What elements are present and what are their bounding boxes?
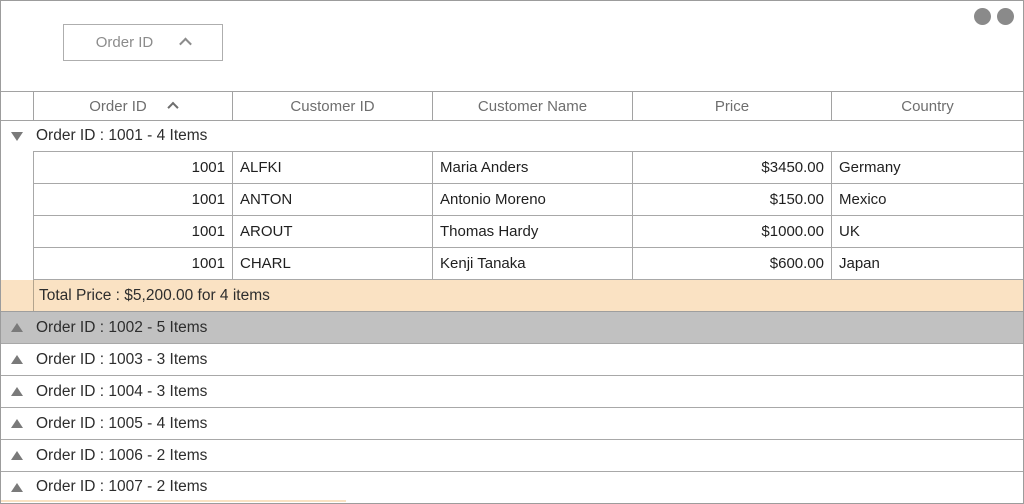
expand-group-icon[interactable] xyxy=(11,419,23,428)
cell-price: $1000.00 xyxy=(633,216,832,247)
collapse-group-icon[interactable] xyxy=(11,131,23,141)
cell-customer-name: Maria Anders xyxy=(433,152,633,183)
cell-country: UK xyxy=(839,223,860,240)
cell-order-id: 1001 xyxy=(34,248,233,279)
cell-country: Japan xyxy=(839,255,880,272)
group-row-1002[interactable]: Order ID : 1002 - 5 Items xyxy=(1,312,1023,344)
cell-customer-name: Antonio Moreno xyxy=(433,184,633,215)
cell-country: Mexico xyxy=(839,191,887,208)
column-header-label: Customer Name xyxy=(477,97,588,115)
expand-group-icon[interactable] xyxy=(11,451,23,460)
partial-summary-row xyxy=(1,500,346,502)
column-header-country[interactable]: Country xyxy=(832,92,1023,120)
window-dot-icon xyxy=(974,8,991,25)
group-row-1006[interactable]: Order ID : 1006 - 2 Items xyxy=(1,440,1023,472)
cell-customer-id: AROUT xyxy=(233,216,433,247)
group-label: Order ID : 1004 - 3 Items xyxy=(36,382,208,400)
column-header-customer-id[interactable]: Customer ID xyxy=(233,92,433,120)
window-dot-icon xyxy=(997,8,1014,25)
column-header-row: Order ID Customer ID Customer Name Price… xyxy=(1,91,1023,121)
expand-group-icon[interactable] xyxy=(11,355,23,364)
sort-ascending-icon xyxy=(167,101,179,114)
group-label: Order ID : 1003 - 3 Items xyxy=(36,350,208,368)
cell-order-id: 1001 xyxy=(34,184,233,215)
group-row-1004[interactable]: Order ID : 1004 - 3 Items xyxy=(1,376,1023,408)
group-row-1001[interactable]: Order ID : 1001 - 4 Items xyxy=(1,121,1023,151)
expand-group-icon[interactable] xyxy=(11,482,23,492)
table-row[interactable]: 1001 AROUT Thomas Hardy $1000.00 UK xyxy=(34,216,1023,248)
group-1001-records: 1001 ALFKI Maria Anders $3450.00 Germany… xyxy=(33,151,1023,280)
cell-order-id: 1001 xyxy=(34,216,233,247)
window-dots xyxy=(974,8,1014,25)
expander-column-header xyxy=(1,92,34,120)
cell-country: Germany xyxy=(839,159,901,176)
sort-ascending-icon xyxy=(179,37,193,51)
group-row-1007[interactable]: Order ID : 1007 - 2 Items xyxy=(1,472,1023,502)
group-label: Order ID : 1005 - 4 Items xyxy=(36,414,208,432)
column-header-price[interactable]: Price xyxy=(633,92,832,120)
column-header-customer-name[interactable]: Customer Name xyxy=(433,92,633,120)
cell-customer-name: Thomas Hardy xyxy=(433,216,633,247)
expand-group-icon[interactable] xyxy=(11,387,23,396)
cell-customer-id: CHARL xyxy=(233,248,433,279)
group-summary-row: Total Price : $5,200.00 for 4 items xyxy=(1,280,1023,312)
table-row[interactable]: 1001 ALFKI Maria Anders $3450.00 Germany xyxy=(34,152,1023,184)
column-header-label: Order ID xyxy=(89,97,147,115)
cell-customer-name: Kenji Tanaka xyxy=(433,248,633,279)
column-header-order-id[interactable]: Order ID xyxy=(34,92,233,120)
group-row-1005[interactable]: Order ID : 1005 - 4 Items xyxy=(1,408,1023,440)
table-row[interactable]: 1001 ANTON Antonio Moreno $150.00 Mexico xyxy=(34,184,1023,216)
column-header-label: Customer ID xyxy=(290,97,375,115)
group-summary-label: Total Price : $5,200.00 for 4 items xyxy=(39,286,270,304)
group-label: Order ID : 1001 - 4 Items xyxy=(36,127,208,144)
cell-price: $3450.00 xyxy=(633,152,832,183)
cell-customer-id: ANTON xyxy=(233,184,433,215)
cell-price: $150.00 xyxy=(633,184,832,215)
cell-order-id: 1001 xyxy=(34,152,233,183)
group-label: Order ID : 1007 - 2 Items xyxy=(36,478,208,495)
column-header-label: Country xyxy=(901,97,954,115)
cell-price: $600.00 xyxy=(633,248,832,279)
table-row[interactable]: 1001 CHARL Kenji Tanaka $600.00 Japan xyxy=(34,248,1023,280)
expand-group-icon[interactable] xyxy=(11,323,23,332)
group-chip-label: Order ID xyxy=(95,34,154,51)
group-row-1003[interactable]: Order ID : 1003 - 3 Items xyxy=(1,344,1023,376)
group-label: Order ID : 1006 - 2 Items xyxy=(36,446,208,464)
datagrid-window: Order ID Order ID Customer ID Customer N… xyxy=(0,0,1024,504)
group-label: Order ID : 1002 - 5 Items xyxy=(36,318,208,336)
group-drop-area: Order ID xyxy=(1,1,1023,91)
group-chip-order-id[interactable]: Order ID xyxy=(63,24,223,61)
column-header-label: Price xyxy=(714,97,750,115)
cell-customer-id: ALFKI xyxy=(233,152,433,183)
